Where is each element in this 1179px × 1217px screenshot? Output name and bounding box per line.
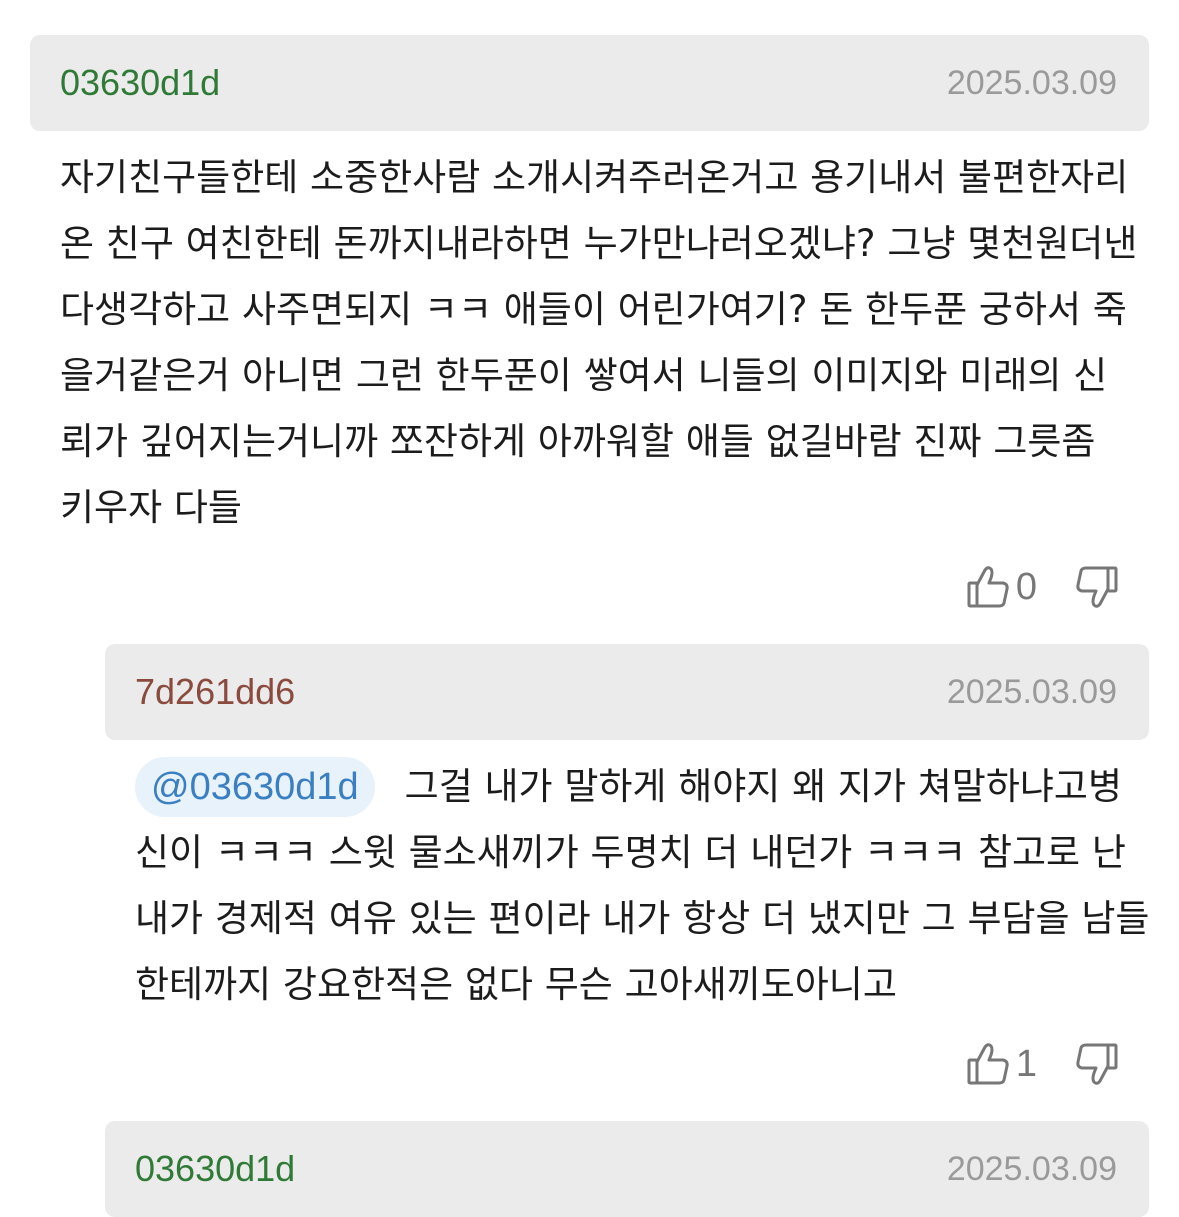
vote-bar: 0 xyxy=(966,562,1119,612)
comment-author[interactable]: 7d261dd6 xyxy=(135,670,295,714)
comment-header: 03630d1d 2025.03.09 xyxy=(30,35,1149,131)
thumbs-down-icon[interactable] xyxy=(1075,564,1119,610)
like-count: 1 xyxy=(1015,1043,1037,1085)
comment-date: 2025.03.09 xyxy=(946,1150,1117,1188)
comment-header: 7d261dd6 2025.03.09 xyxy=(105,644,1149,740)
thumbs-up-icon[interactable] xyxy=(966,564,1010,610)
comment-author[interactable]: 03630d1d xyxy=(135,1147,295,1191)
thumbs-up-icon[interactable] xyxy=(966,1041,1010,1087)
like-count: 0 xyxy=(1015,566,1037,608)
vote-bar: 1 xyxy=(966,1039,1119,1089)
thumbs-down-icon[interactable] xyxy=(1075,1041,1119,1087)
comment-body: 자기친구들한테 소중한사람 소개시켜주러온거고 용기내서 불편한자리온 친구 여… xyxy=(60,156,1138,529)
mention-tag[interactable]: @03630d1d xyxy=(135,757,375,817)
comment-date: 2025.03.09 xyxy=(946,673,1117,711)
comment-header: 03630d1d 2025.03.09 xyxy=(105,1121,1149,1217)
comment-author[interactable]: 03630d1d xyxy=(60,61,220,105)
comment-date: 2025.03.09 xyxy=(946,64,1117,102)
comment-body-container: @03630d1d 그걸 내가 말하게 해야지 왜 지가 쳐말하냐고병신이 ㅋㅋㅋ… xyxy=(135,754,1155,1018)
